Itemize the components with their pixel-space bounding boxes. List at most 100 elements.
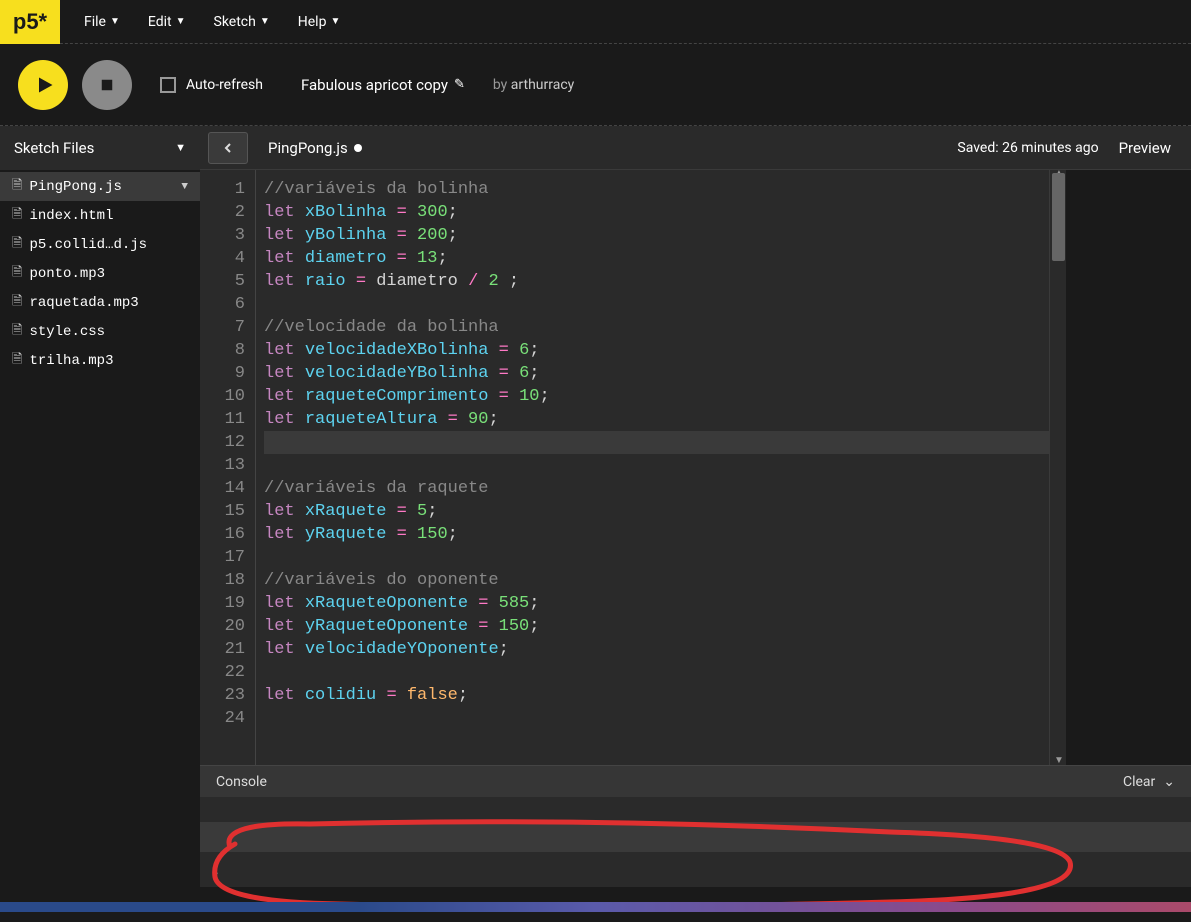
dropdown-arrow-icon: ▼ (110, 16, 120, 27)
author-label: by arthurracy (493, 77, 574, 93)
console-row (200, 822, 1191, 852)
file-item[interactable]: 🗎ponto.mp3 (0, 259, 200, 288)
line-number: 10 (200, 385, 245, 408)
line-number: 22 (200, 661, 245, 684)
code-line[interactable]: let xRaquete = 5; (264, 500, 1066, 523)
unsaved-indicator-icon (354, 144, 362, 152)
code-line[interactable]: let raio = diametro / 2 ; (264, 270, 1066, 293)
code-line[interactable] (264, 661, 1066, 684)
code-line[interactable]: let yRaqueteOponente = 150; (264, 615, 1066, 638)
code-line[interactable]: let xRaqueteOponente = 585; (264, 592, 1066, 615)
file-item[interactable]: 🗎PingPong.js▼ (0, 172, 200, 201)
file-icon: 🗎 (12, 292, 22, 314)
preview-pane (1066, 170, 1191, 765)
play-icon (36, 76, 54, 94)
dropdown-arrow-icon: ▼ (260, 16, 270, 27)
menu-file[interactable]: File▼ (84, 14, 120, 30)
line-number: 16 (200, 523, 245, 546)
sketch-files-button[interactable]: Sketch Files ▼ (0, 126, 200, 170)
menu-sketch[interactable]: Sketch▼ (214, 14, 270, 30)
top-menu-bar: p5* File▼ Edit▼ Sketch▼ Help▼ (0, 0, 1191, 44)
vertical-scrollbar[interactable]: ▲ ▼ (1049, 170, 1066, 765)
stop-icon (100, 78, 114, 92)
line-number: 4 (200, 247, 245, 270)
sketch-name[interactable]: Fabulous apricot copy ✎ (301, 76, 465, 94)
code-line[interactable]: //variáveis da bolinha (264, 178, 1066, 201)
line-number: 17 (200, 546, 245, 569)
code-area[interactable]: //variáveis da bolinhalet xBolinha = 300… (256, 170, 1066, 765)
code-line[interactable]: let raqueteAltura = 90; (264, 408, 1066, 431)
console-body[interactable]: › (200, 797, 1191, 887)
menu-help[interactable]: Help▼ (298, 14, 341, 30)
editor[interactable]: 123456789101112131415161718192021222324 … (200, 170, 1066, 765)
saved-info: Saved: 26 minutes ago (957, 140, 1118, 156)
line-number: 19 (200, 592, 245, 615)
file-item[interactable]: 🗎style.css (0, 317, 200, 346)
line-number: 6 (200, 293, 245, 316)
code-line[interactable]: let diametro = 13; (264, 247, 1066, 270)
auto-refresh-label: Auto-refresh (186, 77, 263, 93)
p5-logo[interactable]: p5* (0, 0, 60, 44)
menu-edit[interactable]: Edit▼ (148, 14, 186, 30)
code-line[interactable]: let yBolinha = 200; (264, 224, 1066, 247)
code-line[interactable]: //velocidade da bolinha (264, 316, 1066, 339)
preview-label: Preview (1119, 139, 1191, 157)
line-number: 12 (200, 431, 245, 454)
code-line[interactable]: let xBolinha = 300; (264, 201, 1066, 224)
collapse-sidebar-button[interactable] (208, 132, 248, 164)
line-number: 3 (200, 224, 245, 247)
file-item[interactable]: 🗎index.html (0, 201, 200, 230)
stop-button[interactable] (82, 60, 132, 110)
sub-toolbar: Sketch Files ▼ PingPong.js Saved: 26 min… (0, 126, 1191, 170)
line-number: 20 (200, 615, 245, 638)
dropdown-arrow-icon[interactable]: ▼ (181, 181, 188, 193)
file-tree: 🗎PingPong.js▼🗎index.html🗎p5.collid…d.js🗎… (0, 170, 200, 765)
code-line[interactable]: let velocidadeXBolinha = 6; (264, 339, 1066, 362)
file-icon: 🗎 (12, 263, 22, 285)
menu-container: File▼ Edit▼ Sketch▼ Help▼ (84, 14, 340, 30)
code-line[interactable] (264, 293, 1066, 316)
code-line[interactable] (264, 546, 1066, 569)
auto-refresh-checkbox[interactable] (160, 77, 176, 93)
console-header: Console Clear ⌄ (200, 765, 1191, 797)
code-line[interactable] (264, 707, 1066, 730)
file-icon: 🗎 (12, 234, 22, 256)
code-line[interactable]: let colidiu = false; (264, 684, 1066, 707)
toolbar: Auto-refresh Fabulous apricot copy ✎ by … (0, 44, 1191, 126)
line-number: 5 (200, 270, 245, 293)
code-line[interactable] (264, 431, 1066, 454)
file-tab[interactable]: PingPong.js (256, 139, 374, 157)
code-line[interactable]: let yRaquete = 150; (264, 523, 1066, 546)
main-area: 🗎PingPong.js▼🗎index.html🗎p5.collid…d.js🗎… (0, 170, 1191, 765)
play-button[interactable] (18, 60, 68, 110)
file-item[interactable]: 🗎p5.collid…d.js (0, 230, 200, 259)
file-icon: 🗎 (12, 176, 22, 198)
line-number: 14 (200, 477, 245, 500)
scroll-down-icon[interactable]: ▼ (1054, 755, 1064, 766)
console-prompt-icon[interactable]: › (212, 866, 220, 882)
scrollbar-thumb[interactable] (1052, 173, 1065, 261)
code-line[interactable]: //variáveis da raquete (264, 477, 1066, 500)
clear-console-button[interactable]: Clear ⌄ (1123, 774, 1175, 790)
line-number: 7 (200, 316, 245, 339)
line-number: 11 (200, 408, 245, 431)
dropdown-arrow-icon: ▼ (330, 16, 340, 27)
code-line[interactable]: let velocidadeYBolinha = 6; (264, 362, 1066, 385)
code-line[interactable]: let raqueteComprimento = 10; (264, 385, 1066, 408)
console-title: Console (216, 774, 267, 790)
code-line[interactable]: let velocidadeYOponente; (264, 638, 1066, 661)
edit-icon: ✎ (454, 77, 465, 92)
line-number: 2 (200, 201, 245, 224)
line-number: 21 (200, 638, 245, 661)
line-number: 24 (200, 707, 245, 730)
code-line[interactable] (264, 454, 1066, 477)
code-line[interactable]: //variáveis do oponente (264, 569, 1066, 592)
chevron-down-icon: ⌄ (1163, 774, 1175, 790)
file-item[interactable]: 🗎trilha.mp3 (0, 346, 200, 375)
file-icon: 🗎 (12, 321, 22, 343)
line-number: 9 (200, 362, 245, 385)
dropdown-arrow-icon: ▼ (176, 16, 186, 27)
file-item[interactable]: 🗎raquetada.mp3 (0, 288, 200, 317)
file-icon: 🗎 (12, 350, 22, 372)
bottom-bar (0, 902, 1191, 912)
